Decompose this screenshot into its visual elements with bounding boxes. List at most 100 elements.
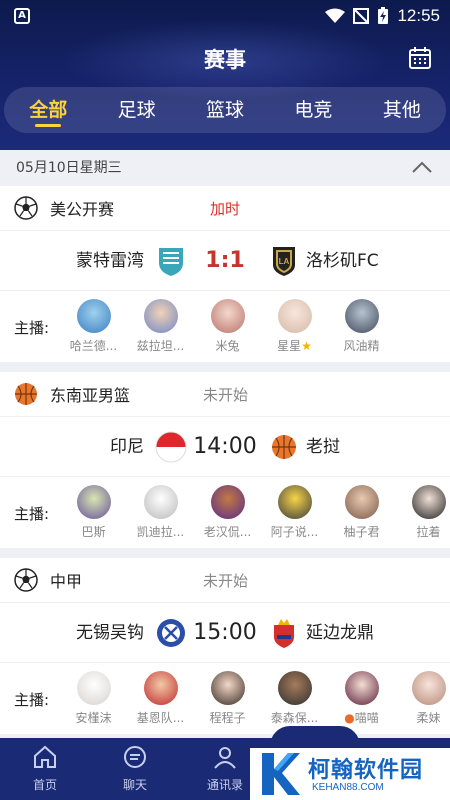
anchor-item[interactable]: 哈兰德... (60, 299, 127, 354)
anchor-name: 阿子说... (270, 525, 319, 539)
tab-other[interactable]: 其他 (358, 87, 446, 133)
tab-esports[interactable]: 电竞 (269, 87, 357, 133)
away-team-logo (274, 619, 294, 648)
anchor-item[interactable]: 柚子君 (328, 485, 395, 540)
nav-label: 首页 (32, 778, 57, 792)
star-icon: ★ (301, 339, 312, 353)
match-card[interactable]: 美公开赛 加时 蒙特雷湾 1:1 LA 洛杉矶FC 主播: 哈兰德... 兹拉坦… (0, 186, 450, 362)
basketball-icon (272, 435, 296, 459)
avatar (210, 671, 245, 705)
basketball-icon (15, 383, 37, 405)
match-score: 1:1 (205, 248, 245, 273)
match-scoreline[interactable]: 印尼 14:00 老挝 (0, 416, 450, 476)
match-status: 加时 (210, 199, 241, 218)
status-icons: 12:55 (325, 4, 440, 28)
anchor-item[interactable]: 泰森保... (261, 671, 328, 726)
anchor-row: 主播: 巴斯 凯迪拉... 老汉侃... 阿子说... 柚子君 拉着 (0, 476, 450, 548)
page-title: 赛事 (204, 48, 246, 72)
clock: 12:55 (397, 6, 440, 25)
anchor-item[interactable]: 老汉侃... (194, 485, 261, 540)
lollipop-icon: ● (344, 711, 355, 725)
anchor-name: 巴斯 (81, 525, 106, 539)
date-header[interactable]: 05月10日星期三 (0, 150, 450, 186)
nav-chat[interactable]: 聊天 (100, 744, 170, 793)
tab-football[interactable]: 足球 (92, 87, 180, 133)
soccer-ball-icon (14, 196, 38, 220)
avatar (143, 299, 178, 333)
match-scoreline[interactable]: 蒙特雷湾 1:1 LA 洛杉矶FC (0, 230, 450, 290)
anchor-item[interactable]: 星星★ (261, 299, 328, 354)
anchor-item[interactable]: 程程子 (194, 671, 261, 726)
match-status: 未开始 (203, 385, 249, 404)
away-team-name: 洛杉矶FC (306, 251, 379, 271)
anchor-name: 程程子 (209, 711, 246, 725)
anchor-list[interactable]: 巴斯 凯迪拉... 老汉侃... 阿子说... 柚子君 拉着 (60, 485, 450, 540)
home-team-name: 无锡吴钩 (76, 623, 144, 643)
calendar-icon[interactable] (408, 46, 432, 70)
match-card[interactable]: 东南亚男篮 未开始 印尼 14:00 老挝 主播: 巴斯 凯迪拉... 老汉侃.… (0, 372, 450, 548)
avatar (210, 485, 245, 519)
anchor-list[interactable]: 安槿沫 基恩队... 程程子 泰森保... ●喵喵 柔妹 (60, 671, 450, 726)
avatar (344, 671, 379, 705)
anchor-item[interactable]: 基恩队... (127, 671, 194, 726)
home-team-name: 蒙特雷湾 (76, 251, 144, 271)
anchor-item[interactable]: 阿子说... (261, 485, 328, 540)
header: A 12:55 赛事 全部 足球 篮球 电竞 其他 (0, 0, 450, 150)
anchor-name: 泰森保... (270, 711, 319, 725)
tab-all[interactable]: 全部 (4, 87, 92, 133)
nav-label: 聊天 (122, 778, 147, 792)
anchor-item[interactable]: 兹拉坦... (127, 299, 194, 354)
anchor-item[interactable]: 拉着 (395, 485, 450, 540)
avatar (76, 299, 111, 333)
match-list[interactable]: 05月10日星期三 美公开赛 加时 蒙特雷湾 1:1 LA 洛杉矶FC 主播: … (0, 150, 450, 738)
match-status: 未开始 (203, 571, 249, 590)
match-scoreline[interactable]: 无锡吴钩 15:00 延边龙鼎 (0, 602, 450, 662)
anchor-name: 兹拉坦... (136, 339, 185, 353)
avatar (411, 671, 446, 705)
status-bar: A 12:55 (0, 0, 450, 32)
nav-center-bump (270, 726, 360, 746)
anchor-item[interactable]: 风油精 (328, 299, 395, 354)
nav-home[interactable]: 首页 (10, 744, 80, 793)
app-notification-icon: A (14, 8, 30, 24)
avatar (76, 671, 111, 705)
avatar (344, 299, 379, 333)
anchor-list[interactable]: 哈兰德... 兹拉坦... 米兔 星星★ 风油精 (60, 299, 395, 354)
anchor-name: 哈兰德... (69, 339, 118, 353)
anchor-name: 柚子君 (343, 525, 380, 539)
chat-icon (124, 746, 146, 768)
league-name: 美公开赛 (50, 200, 115, 219)
anchor-name: 基恩队... (136, 711, 185, 725)
home-team-logo (159, 248, 183, 276)
svg-text:LA: LA (279, 257, 290, 266)
avatar (143, 485, 178, 519)
match-time: 14:00 (193, 434, 257, 459)
away-team-name: 老挝 (306, 437, 340, 457)
avatar (277, 299, 312, 333)
match-card[interactable]: 中甲 未开始 无锡吴钩 15:00 延边龙鼎 主播: 安槿沫 基恩队... 程程… (0, 558, 450, 734)
avatar (76, 485, 111, 519)
category-tabs: 全部 足球 篮球 电竞 其他 (4, 87, 446, 133)
contacts-icon (214, 747, 236, 769)
anchor-name: ●喵喵 (344, 711, 379, 725)
league-name: 中甲 (50, 572, 83, 591)
anchor-label: 主播: (14, 691, 50, 709)
anchor-item[interactable]: ●喵喵 (328, 671, 395, 726)
anchor-name: 风油精 (343, 339, 380, 353)
soccer-ball-icon (14, 568, 38, 592)
anchor-item[interactable]: 柔妹 (395, 671, 450, 726)
chevron-up-icon[interactable] (412, 160, 432, 174)
anchor-item[interactable]: 安槿沫 (60, 671, 127, 726)
anchor-item[interactable]: 米兔 (194, 299, 261, 354)
anchor-label: 主播: (14, 505, 50, 523)
avatar (277, 485, 312, 519)
anchor-name: 拉着 (416, 525, 441, 539)
anchor-item[interactable]: 凯迪拉... (127, 485, 194, 540)
anchor-name: 安槿沫 (75, 711, 112, 725)
tab-basketball[interactable]: 篮球 (181, 87, 269, 133)
battery-charging-icon (378, 7, 389, 24)
anchor-item[interactable]: 巴斯 (60, 485, 127, 540)
match-time: 15:00 (193, 620, 257, 645)
anchor-name: 老汉侃... (203, 525, 252, 539)
date-label: 05月10日星期三 (16, 160, 122, 176)
